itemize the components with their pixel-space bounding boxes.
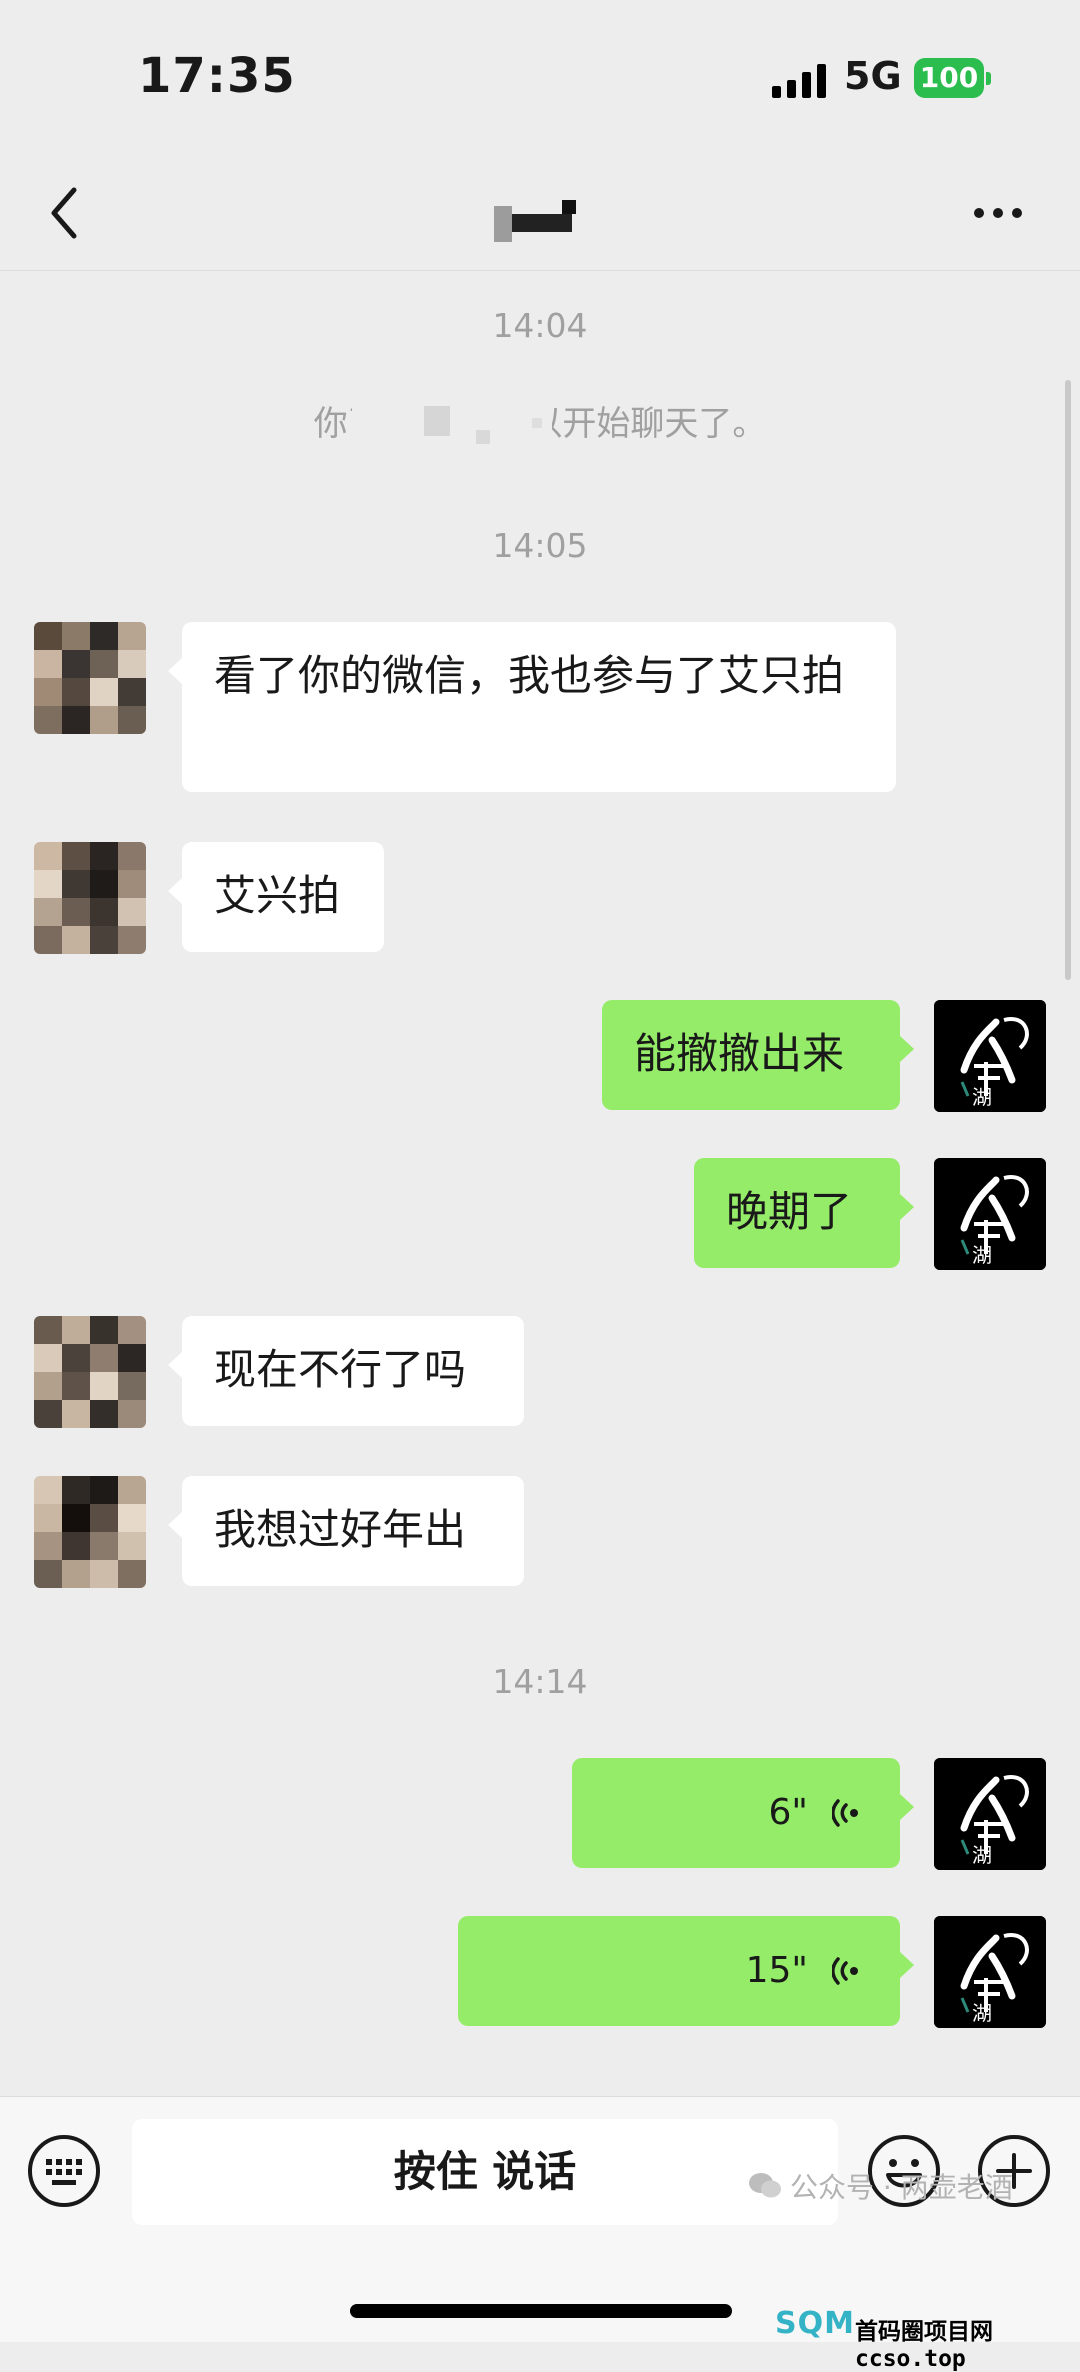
- message-bubble-incoming[interactable]: 我想过好年出: [168, 1476, 524, 1586]
- svg-text:湖: 湖: [972, 1085, 992, 1109]
- my-avatar[interactable]: 湖: [934, 1158, 1046, 1270]
- svg-text:湖: 湖: [972, 1243, 992, 1267]
- voice-message-bubble[interactable]: 6": [572, 1758, 914, 1868]
- signal-icon: [772, 62, 826, 98]
- svg-text:湖: 湖: [972, 2001, 992, 2025]
- contact-avatar[interactable]: [34, 1476, 146, 1588]
- site-logo: SQM: [775, 2306, 855, 2341]
- hold-to-talk-button[interactable]: 按住 说话: [132, 2119, 838, 2225]
- my-avatar[interactable]: 湖: [934, 1916, 1046, 2028]
- contact-avatar[interactable]: [34, 842, 146, 954]
- svg-text:湖: 湖: [972, 1843, 992, 1867]
- voice-duration: 15": [745, 1950, 808, 1991]
- contact-avatar[interactable]: [34, 622, 146, 734]
- voice-wave-icon: [832, 1799, 858, 1827]
- redaction: [532, 418, 542, 428]
- chat-title-redacted: [490, 198, 590, 242]
- voice-duration: 6": [768, 1792, 808, 1833]
- message-bubble-incoming[interactable]: 看了你的微信，我也参与了艾只拍: [168, 622, 896, 792]
- network-label: 5G: [844, 54, 902, 98]
- site-watermark-text: 首码圈项目网 ccso.top: [855, 2319, 993, 2372]
- home-indicator[interactable]: [350, 2304, 732, 2318]
- redaction: [352, 384, 552, 444]
- scrollbar[interactable]: [1065, 380, 1071, 980]
- more-icon[interactable]: [970, 202, 1026, 224]
- keyboard-icon[interactable]: [26, 2133, 102, 2209]
- my-avatar[interactable]: 湖: [934, 1758, 1046, 1870]
- wechat-icon: [749, 2173, 781, 2198]
- watermark-text: 公众号 · 两壶老酒: [790, 2171, 1013, 2204]
- voice-message-bubble[interactable]: 15": [458, 1916, 914, 2026]
- voice-wave-icon: [832, 1957, 858, 1985]
- redaction: [476, 430, 490, 444]
- watermark: 公众号 · 两壶老酒: [748, 2166, 1013, 2206]
- timestamp: 14:14: [492, 1662, 588, 1701]
- message-bubble-incoming[interactable]: 艾兴拍: [168, 842, 384, 952]
- timestamp: 14:05: [492, 526, 588, 565]
- message-bubble-incoming[interactable]: 现在不行了吗: [168, 1316, 524, 1426]
- timestamp: 14:04: [492, 306, 588, 345]
- my-avatar[interactable]: 湖: [934, 1000, 1046, 1112]
- status-bar: 17:35 5G 100: [0, 0, 1080, 160]
- status-time: 17:35: [138, 48, 296, 104]
- message-bubble-outgoing[interactable]: 晚期了: [694, 1158, 914, 1268]
- nav-bar: [0, 160, 1080, 271]
- back-chevron-icon[interactable]: [40, 180, 100, 246]
- battery-cap: [986, 72, 991, 85]
- contact-avatar[interactable]: [34, 1316, 146, 1428]
- message-bubble-outgoing[interactable]: 能撤撤出来: [602, 1000, 914, 1110]
- battery-icon: 100: [914, 58, 984, 98]
- redaction: [424, 406, 450, 436]
